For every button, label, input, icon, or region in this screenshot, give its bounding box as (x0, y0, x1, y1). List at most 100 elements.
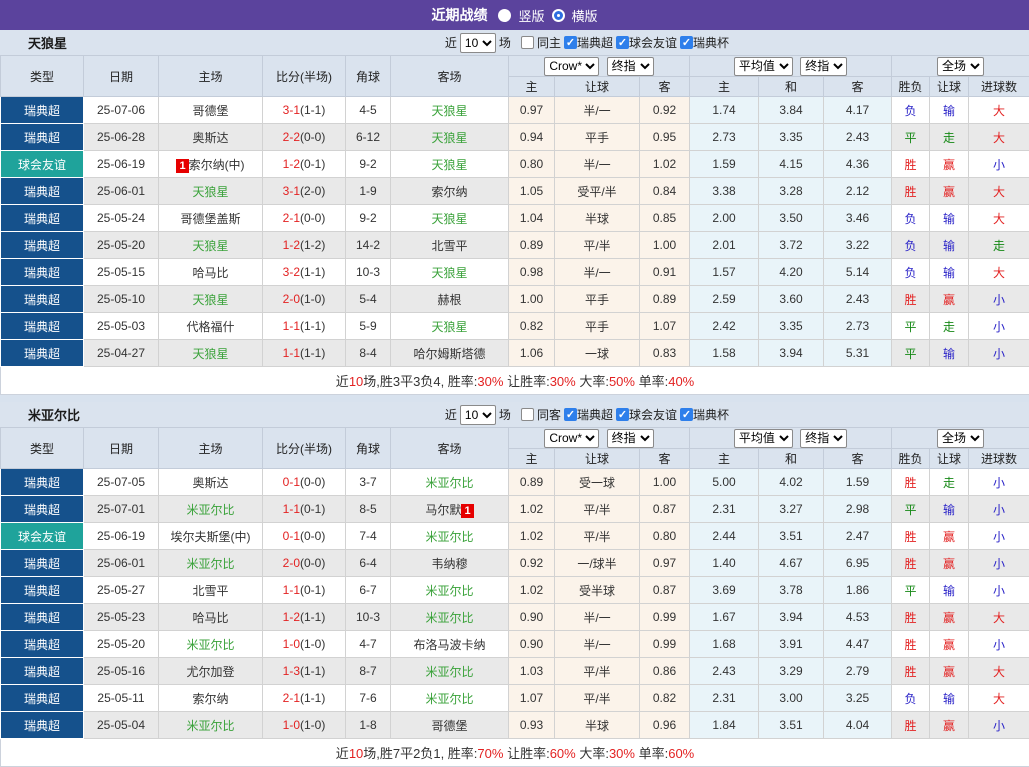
match-date-cell: 25-05-04 (84, 712, 159, 739)
home-team-cell: 哥德堡 (159, 97, 263, 124)
crow-away-odds: 0.91 (640, 259, 690, 286)
away-team-cell: 天狼星 (391, 151, 509, 178)
match-date-cell: 25-05-15 (84, 259, 159, 286)
goals-result-cell: 大 (969, 658, 1029, 685)
handicap-result-cell: 输 (930, 685, 969, 712)
handicap-cell: 平手 (555, 286, 640, 313)
match-date-cell: 25-05-27 (84, 577, 159, 604)
crow-home-odds: 0.92 (509, 550, 555, 577)
crow-away-odds: 0.87 (640, 577, 690, 604)
filter-controls: 近 10 场 同主 瑞典超 球会友谊 瑞典杯 (445, 33, 729, 53)
winloss-result-cell: 平 (892, 577, 930, 604)
home-team-cell: 奥斯达 (159, 469, 263, 496)
avg-odds-select[interactable]: 平均值 (734, 57, 793, 76)
avg-home-odds: 1.68 (690, 631, 759, 658)
match-date-cell: 25-05-24 (84, 205, 159, 232)
score-cell: 1-1(0-1) (263, 577, 346, 604)
score-cell: 2-1(0-0) (263, 205, 346, 232)
home-team-cell: 天狼星 (159, 232, 263, 259)
radio-horizontal-layout[interactable] (552, 9, 565, 22)
away-team-cell: 米亚尔比 (391, 685, 509, 712)
col-header-score: 比分(半场) (263, 428, 346, 469)
crow-away-odds: 1.07 (640, 313, 690, 340)
league-checkbox-swedish-cup[interactable] (680, 36, 693, 49)
match-count-select[interactable]: 10 (460, 33, 496, 53)
avg-away-odds: 4.47 (824, 631, 892, 658)
goals-result-cell: 小 (969, 631, 1029, 658)
handicap-cell: 半/一 (555, 604, 640, 631)
match-row: 瑞典超25-05-20天狼星1-2(1-2)14-2北雪平0.89平/半1.00… (1, 232, 1029, 259)
handicap-result-cell: 赢 (930, 550, 969, 577)
match-date-cell: 25-06-19 (84, 151, 159, 178)
winloss-result-cell: 胜 (892, 604, 930, 631)
crow-home-odds: 0.90 (509, 604, 555, 631)
avg-away-odds: 4.36 (824, 151, 892, 178)
same-home-checkbox[interactable] (521, 36, 534, 49)
home-team-cell: 埃尔夫斯堡(中) (159, 523, 263, 550)
avg-draw-odds: 3.94 (759, 340, 824, 367)
league-checkbox-swedish-allsvenskan[interactable] (564, 408, 577, 421)
avg-draw-odds: 3.60 (759, 286, 824, 313)
crow-odds-select[interactable]: Crow* (544, 57, 599, 76)
away-team-cell: 米亚尔比 (391, 469, 509, 496)
score-cell: 3-1(1-1) (263, 97, 346, 124)
avg-home-odds: 3.38 (690, 178, 759, 205)
crow-away-odds: 0.97 (640, 550, 690, 577)
league-checkbox-club-friendly[interactable] (616, 36, 629, 49)
league-checkbox-club-friendly[interactable] (616, 408, 629, 421)
crow-final-select[interactable]: 终指 (607, 429, 654, 448)
winloss-result-cell: 平 (892, 340, 930, 367)
avg-odds-select[interactable]: 平均值 (734, 429, 793, 448)
scope-select[interactable]: 全场 (937, 429, 984, 448)
col-header-avg-away: 客 (824, 449, 892, 469)
match-count-select[interactable]: 10 (460, 405, 496, 425)
winloss-result-cell: 平 (892, 496, 930, 523)
handicap-result-cell: 赢 (930, 286, 969, 313)
same-away-checkbox[interactable] (521, 408, 534, 421)
league-checkbox-swedish-allsvenskan[interactable] (564, 36, 577, 49)
avg-away-odds: 2.43 (824, 286, 892, 313)
crow-home-odds: 1.05 (509, 178, 555, 205)
avg-home-odds: 5.00 (690, 469, 759, 496)
away-team-cell: 索尔纳 (391, 178, 509, 205)
away-team-cell: 天狼星 (391, 205, 509, 232)
home-team-cell: 哥德堡盖斯 (159, 205, 263, 232)
col-header-crow-home: 主 (509, 449, 555, 469)
corner-cell: 7-4 (346, 523, 391, 550)
away-team-cell: 韦纳穆 (391, 550, 509, 577)
crow-odds-select[interactable]: Crow* (544, 429, 599, 448)
winloss-result-cell: 负 (892, 205, 930, 232)
scope-select[interactable]: 全场 (937, 57, 984, 76)
crow-final-select[interactable]: 终指 (607, 57, 654, 76)
corner-cell: 8-7 (346, 658, 391, 685)
winloss-result-cell: 胜 (892, 631, 930, 658)
avg-draw-odds: 3.94 (759, 604, 824, 631)
corner-cell: 4-5 (346, 97, 391, 124)
crow-home-odds: 1.02 (509, 577, 555, 604)
col-header-avg-draw: 和 (759, 77, 824, 97)
avg-final-select[interactable]: 终指 (800, 429, 847, 448)
avg-away-odds: 5.14 (824, 259, 892, 286)
match-row: 瑞典超25-07-06哥德堡3-1(1-1)4-5天狼星0.97半/一0.921… (1, 97, 1029, 124)
col-header-handicap-result: 让球 (930, 77, 969, 97)
home-team-cell: 哈马比 (159, 604, 263, 631)
away-team-cell: 马尔默1 (391, 496, 509, 523)
crow-away-odds: 0.89 (640, 286, 690, 313)
avg-draw-odds: 3.35 (759, 313, 824, 340)
home-team-cell: 天狼星 (159, 286, 263, 313)
match-date-cell: 25-05-10 (84, 286, 159, 313)
crow-home-odds: 1.02 (509, 523, 555, 550)
avg-home-odds: 2.44 (690, 523, 759, 550)
handicap-cell: 半球 (555, 712, 640, 739)
league-checkbox-swedish-cup[interactable] (680, 408, 693, 421)
crow-home-odds: 1.02 (509, 496, 555, 523)
avg-final-select[interactable]: 终指 (800, 57, 847, 76)
match-row: 瑞典超25-05-04米亚尔比1-0(1-0)1-8哥德堡0.93半球0.961… (1, 712, 1029, 739)
home-team-cell: 米亚尔比 (159, 712, 263, 739)
score-cell: 1-1(0-1) (263, 496, 346, 523)
match-row: 瑞典超25-05-03代格福什1-1(1-1)5-9天狼星0.82平手1.072… (1, 313, 1029, 340)
match-date-cell: 25-06-01 (84, 178, 159, 205)
radio-vertical-layout[interactable] (498, 9, 511, 22)
score-cell: 3-1(2-0) (263, 178, 346, 205)
away-team-cell: 赫根 (391, 286, 509, 313)
